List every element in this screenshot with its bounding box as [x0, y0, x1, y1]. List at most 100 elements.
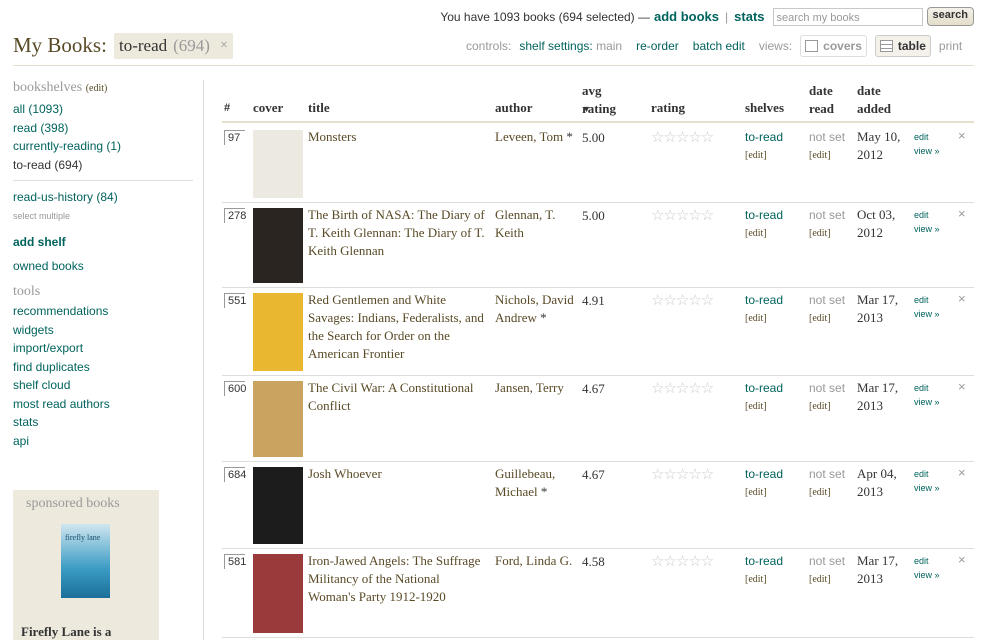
- book-cover[interactable]: [253, 554, 303, 633]
- author-link[interactable]: Glennan, T. Keith: [495, 207, 556, 240]
- remove-shelf-filter-icon[interactable]: ×: [220, 38, 228, 54]
- book-title-link[interactable]: Monsters: [308, 128, 490, 146]
- view-link[interactable]: view »: [914, 224, 940, 234]
- shelf-to-read[interactable]: to-read (694): [13, 156, 193, 175]
- batch-edit-link[interactable]: batch edit: [693, 39, 745, 53]
- shelf-edit-link[interactable]: [edit]: [745, 487, 783, 498]
- book-title-link[interactable]: Josh Whoever: [308, 465, 490, 483]
- view-link[interactable]: view »: [914, 483, 940, 493]
- shelf-edit-link[interactable]: [edit]: [745, 150, 783, 161]
- author-link[interactable]: Leveen, Tom: [495, 129, 563, 144]
- col-cover[interactable]: cover: [253, 100, 283, 116]
- edit-link[interactable]: edit: [914, 210, 929, 220]
- shelf-edit-link[interactable]: [edit]: [745, 228, 783, 239]
- edit-link[interactable]: edit: [914, 383, 929, 393]
- view-link[interactable]: view »: [914, 146, 940, 156]
- position-field[interactable]: 551: [224, 293, 246, 308]
- stats-link[interactable]: stats: [734, 9, 764, 24]
- author-link[interactable]: Jansen, Terry: [495, 380, 564, 395]
- book-cover[interactable]: [253, 293, 303, 371]
- tool-shelf-cloud[interactable]: shelf cloud: [13, 376, 193, 395]
- tool-api[interactable]: api: [13, 432, 193, 451]
- shelf-link[interactable]: to-read: [745, 554, 783, 568]
- col-title[interactable]: title: [308, 100, 330, 116]
- date-read-edit-link[interactable]: [edit]: [809, 228, 845, 239]
- add-books-link[interactable]: add books: [654, 9, 719, 24]
- sponsored-book-cover[interactable]: firefly lane: [61, 524, 110, 598]
- reorder-link[interactable]: re-order: [636, 39, 679, 53]
- shelf-link[interactable]: to-read: [745, 467, 783, 481]
- tool-import-export[interactable]: import/export: [13, 339, 193, 358]
- delete-icon[interactable]: ×: [958, 128, 966, 143]
- rating-stars-icon[interactable]: ☆☆☆☆☆: [651, 465, 714, 483]
- book-cover[interactable]: [253, 467, 303, 544]
- position-field[interactable]: 278: [224, 208, 246, 223]
- delete-icon[interactable]: ×: [958, 465, 966, 480]
- tool-stats[interactable]: stats: [13, 413, 193, 432]
- sponsored-book-title[interactable]: Firefly Lane is a: [21, 624, 111, 640]
- bookshelves-edit-link[interactable]: (edit): [86, 83, 108, 94]
- rating-stars-icon[interactable]: ☆☆☆☆☆: [651, 291, 714, 309]
- shelf-all[interactable]: all (1093): [13, 100, 193, 119]
- shelf-edit-link[interactable]: [edit]: [745, 574, 783, 585]
- add-shelf-link[interactable]: add shelf: [13, 235, 193, 249]
- delete-icon[interactable]: ×: [958, 552, 966, 567]
- book-title-link[interactable]: Iron-Jawed Angels: The Suffrage Militanc…: [308, 552, 490, 606]
- delete-icon[interactable]: ×: [958, 206, 966, 221]
- print-link[interactable]: print: [939, 39, 962, 53]
- shelf-settings-link[interactable]: shelf settings: main: [519, 39, 622, 53]
- shelf-link[interactable]: to-read: [745, 208, 783, 222]
- table-view-button[interactable]: table: [874, 35, 931, 57]
- tool-widgets[interactable]: widgets: [13, 321, 193, 340]
- tool-most-read-authors[interactable]: most read authors: [13, 395, 193, 414]
- shelf-read[interactable]: read (398): [13, 119, 193, 138]
- date-read-edit-link[interactable]: [edit]: [809, 574, 845, 585]
- position-field[interactable]: 684: [224, 467, 246, 482]
- edit-link[interactable]: edit: [914, 556, 929, 566]
- search-input[interactable]: search my books: [772, 7, 923, 26]
- col-author[interactable]: author: [495, 100, 533, 116]
- rating-stars-icon[interactable]: ☆☆☆☆☆: [651, 552, 714, 570]
- delete-icon[interactable]: ×: [958, 291, 966, 306]
- book-title-link[interactable]: The Birth of NASA: The Diary of T. Keith…: [308, 206, 490, 260]
- book-cover[interactable]: [253, 130, 303, 198]
- shelf-link[interactable]: to-read: [745, 130, 783, 144]
- shelf-link[interactable]: to-read: [745, 293, 783, 307]
- author-link[interactable]: Nichols, David Andrew: [495, 292, 574, 325]
- shelf-link[interactable]: to-read: [745, 381, 783, 395]
- position-field[interactable]: 97: [224, 130, 245, 145]
- view-link[interactable]: view »: [914, 397, 940, 407]
- tool-find-duplicates[interactable]: find duplicates: [13, 358, 193, 377]
- view-link[interactable]: view »: [914, 309, 940, 319]
- delete-icon[interactable]: ×: [958, 379, 966, 394]
- select-multiple-link[interactable]: select multiple: [13, 211, 193, 221]
- book-cover[interactable]: [253, 208, 303, 283]
- author-link[interactable]: Ford, Linda G.: [495, 553, 572, 568]
- shelf-edit-link[interactable]: [edit]: [745, 401, 783, 412]
- tool-recommendations[interactable]: recommendations: [13, 302, 193, 321]
- col-shelves[interactable]: shelves: [745, 100, 784, 116]
- edit-link[interactable]: edit: [914, 295, 929, 305]
- edit-link[interactable]: edit: [914, 132, 929, 142]
- shelf-read-us-history[interactable]: read-us-history (84): [13, 188, 193, 207]
- book-title-link[interactable]: The Civil War: A Constitutional Conflict: [308, 379, 490, 415]
- view-link[interactable]: view »: [914, 570, 940, 580]
- owned-books-link[interactable]: owned books: [13, 257, 193, 276]
- date-read-edit-link[interactable]: [edit]: [809, 150, 845, 161]
- edit-link[interactable]: edit: [914, 469, 929, 479]
- shelf-edit-link[interactable]: [edit]: [745, 313, 783, 324]
- search-button[interactable]: search: [926, 7, 974, 26]
- book-cover[interactable]: [253, 381, 303, 457]
- date-read-edit-link[interactable]: [edit]: [809, 487, 845, 498]
- col-num[interactable]: #: [224, 102, 230, 114]
- rating-stars-icon[interactable]: ☆☆☆☆☆: [651, 206, 714, 224]
- date-read-edit-link[interactable]: [edit]: [809, 401, 845, 412]
- rating-stars-icon[interactable]: ☆☆☆☆☆: [651, 128, 714, 146]
- position-field[interactable]: 600: [224, 381, 246, 396]
- book-title-link[interactable]: Red Gentlemen and White Savages: Indians…: [308, 291, 490, 363]
- col-rating[interactable]: rating: [651, 100, 685, 116]
- position-field[interactable]: 581: [224, 554, 246, 569]
- shelf-currently-reading[interactable]: currently-reading (1): [13, 137, 193, 156]
- date-read-edit-link[interactable]: [edit]: [809, 313, 845, 324]
- covers-view-button[interactable]: covers: [800, 35, 867, 57]
